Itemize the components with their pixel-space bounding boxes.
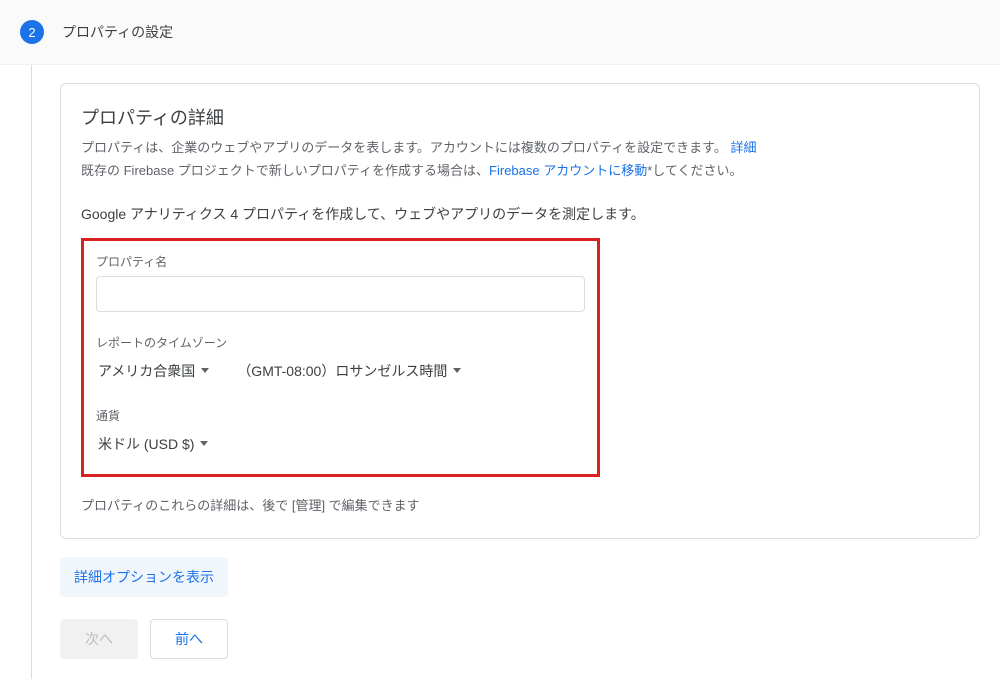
edit-later-note: プロパティのこれらの詳細は、後で [管理] で編集できます xyxy=(81,495,959,514)
desc-text: *してください。 xyxy=(647,163,742,178)
timezone-label: レポートのタイムゾーン xyxy=(96,334,585,351)
timezone-country-value: アメリカ合衆国 xyxy=(98,361,195,381)
desc-text: プロパティは、企業のウェブやアプリのデータを表します。アカウントには複数のプロパ… xyxy=(81,140,730,155)
details-link[interactable]: 詳細 xyxy=(730,140,756,155)
card-title: プロパティの詳細 xyxy=(81,104,959,130)
step-header: 2 プロパティの設定 xyxy=(0,0,1000,65)
currency-dropdown[interactable]: 米ドル (USD $) xyxy=(96,430,210,458)
currency-label: 通貨 xyxy=(96,407,585,424)
chevron-down-icon xyxy=(201,368,209,373)
property-name-input[interactable] xyxy=(96,276,585,312)
property-name-label: プロパティ名 xyxy=(96,253,585,270)
timezone-value-dropdown[interactable]: （GMT-08:00）ロサンゼルス時間 xyxy=(235,357,463,385)
highlighted-form-area: プロパティ名 レポートのタイムゾーン アメリカ合衆国 （GMT-08:00）ロサ… xyxy=(81,238,600,477)
firebase-link[interactable]: Firebase アカウントに移動 xyxy=(489,163,647,178)
property-details-card: プロパティの詳細 プロパティは、企業のウェブやアプリのデータを表します。アカウン… xyxy=(60,83,980,539)
chevron-down-icon xyxy=(453,368,461,373)
navigation-buttons: 次へ 前へ xyxy=(60,619,980,659)
card-description-line1: プロパティは、企業のウェブやアプリのデータを表します。アカウントには複数のプロパ… xyxy=(81,138,959,159)
step-number-badge: 2 xyxy=(20,20,44,44)
card-description-line2: 既存の Firebase プロジェクトで新しいプロパティを作成する場合は、Fir… xyxy=(81,161,959,182)
desc-text: 既存の Firebase プロジェクトで新しいプロパティを作成する場合は、 xyxy=(81,163,489,178)
previous-button[interactable]: 前へ xyxy=(150,619,228,659)
chevron-down-icon xyxy=(200,441,208,446)
section-lead: Google アナリティクス 4 プロパティを作成して、ウェブやアプリのデータを… xyxy=(81,204,959,224)
timezone-value: （GMT-08:00）ロサンゼルス時間 xyxy=(237,361,447,381)
currency-value: 米ドル (USD $) xyxy=(98,434,194,454)
next-button: 次へ xyxy=(60,619,138,659)
stepper-line xyxy=(0,65,40,679)
timezone-country-dropdown[interactable]: アメリカ合衆国 xyxy=(96,357,211,385)
step-title: プロパティの設定 xyxy=(62,22,173,42)
show-advanced-options-button[interactable]: 詳細オプションを表示 xyxy=(60,557,228,597)
